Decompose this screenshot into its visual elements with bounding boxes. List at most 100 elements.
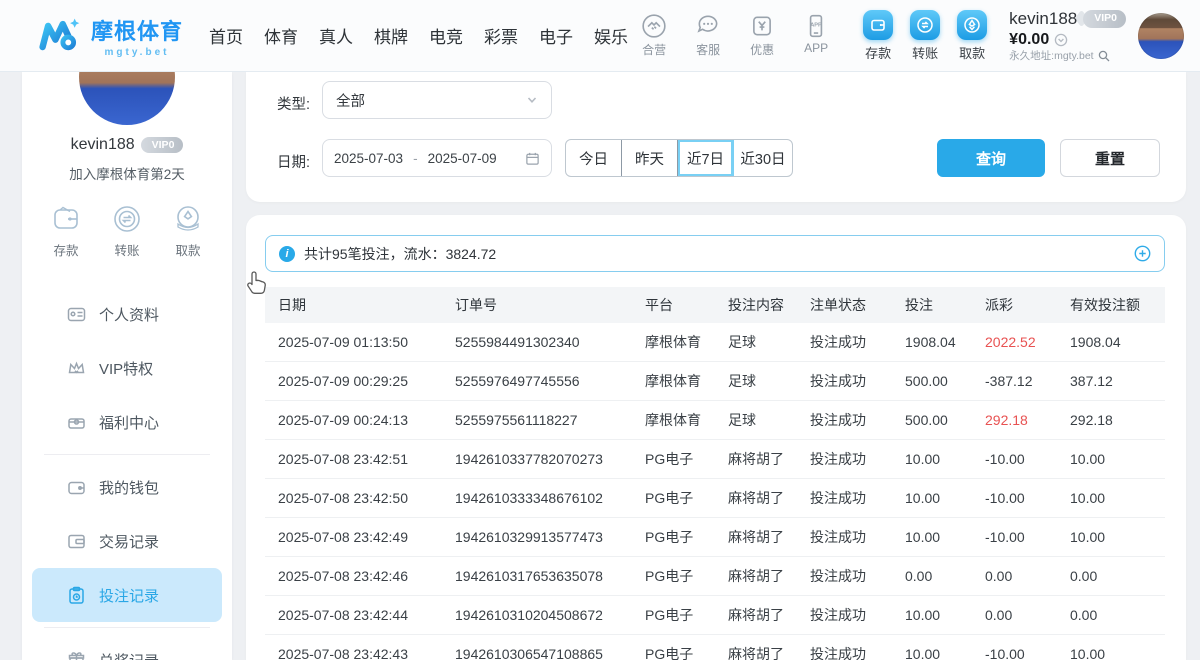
sidebar-item-prize-records[interactable]: 兑奖记录 [32,633,222,660]
cell-bet-amount: 1908.04 [905,334,985,350]
table-row: 2025-07-09 00:29:25 5255976497745556 摩根体… [265,362,1165,401]
sidebar-withdraw-button[interactable]: 取款 [171,202,205,259]
cell-bet-amount: 10.00 [905,607,985,623]
prize-icon [67,651,86,660]
date-end-value: 2025-07-09 [428,151,497,166]
transfer-button[interactable]: 转账 [910,10,940,62]
records-panel: i 共计95笔投注，流水：3824.72 日期 订单号 平台 投注内容 注单状态… [246,215,1186,660]
cell-payout: -10.00 [985,451,1070,467]
cell-order-number: 1942610333348676102 [455,490,645,506]
transactions-icon [67,532,86,551]
cell-bet-amount: 10.00 [905,451,985,467]
info-icon: i [279,246,295,262]
nav-item-esports[interactable]: 电竞 [429,23,463,48]
deposit-button[interactable]: 存款 [863,10,893,62]
nav-item-home[interactable]: 首页 [209,23,243,48]
plus-circle-icon[interactable] [1134,245,1151,262]
sidebar-item-bet-records[interactable]: 投注记录 [32,568,222,622]
header-wallet-actions: 存款 转账 取款 [863,10,987,62]
date-range-input[interactable]: 2025-07-03 - 2025-07-09 [322,139,552,177]
sidebar-transfer-button[interactable]: 转账 [110,202,144,259]
nav-item-entertainment[interactable]: 娱乐 [594,23,628,48]
transfer-icon [910,10,940,40]
cell-bet-amount: 500.00 [905,412,985,428]
cell-order-number: 1942610310204508672 [455,607,645,623]
bet-records-icon [67,586,86,605]
sidebar-item-benefits[interactable]: 福利中心 [32,395,222,449]
cell-date: 2025-07-08 23:42:50 [278,490,455,506]
promotions-link[interactable]: 优惠 [741,13,783,58]
cell-status: 投注成功 [810,371,905,391]
magnifier-icon[interactable] [1098,50,1110,62]
benefits-icon [67,413,86,432]
cell-bet-content: 足球 [728,371,810,391]
cell-payout: 292.18 [985,412,1070,428]
range-30days-button[interactable]: 近30日 [734,140,792,176]
nav-item-slots[interactable]: 电子 [539,23,573,48]
sidebar-item-wallet[interactable]: 我的钱包 [32,460,222,514]
col-valid: 有效投注额 [1070,295,1165,315]
nav-item-sports[interactable]: 体育 [264,23,298,48]
range-7days-button[interactable]: 近7日 [678,140,734,176]
range-today-button[interactable]: 今日 [566,140,622,176]
sidebar-menu: 个人资料 VIP特权 福利中心 [22,287,232,660]
nav-item-boardgames[interactable]: 棋牌 [374,23,408,48]
type-select-value: 全部 [336,90,365,111]
range-yesterday-button[interactable]: 昨天 [622,140,678,176]
type-select[interactable]: 全部 [322,81,552,119]
cell-payout: -10.00 [985,529,1070,545]
table-row: 2025-07-09 00:24:13 5255975561118227 摩根体… [265,401,1165,440]
withdraw-button[interactable]: 取款 [957,10,987,62]
sidebar-avatar[interactable] [79,72,175,125]
cell-platform: PG电子 [645,527,728,547]
customer-service-link[interactable]: 客服 [687,13,729,58]
sidebar-username: kevin188 [71,136,135,154]
cell-order-number: 1942610329913577473 [455,529,645,545]
username[interactable]: kevin188 [1009,8,1077,29]
id-card-icon [67,305,86,324]
sidebar-item-transactions[interactable]: 交易记录 [32,514,222,568]
handshake-icon [641,13,667,39]
query-button[interactable]: 查询 [937,139,1045,177]
reset-button[interactable]: 重置 [1060,139,1160,177]
table-row: 2025-07-08 23:42:51 1942610337782070273 … [265,440,1165,479]
cell-status: 投注成功 [810,527,905,547]
col-status: 注单状态 [810,295,905,315]
logo-title: 摩根体育 [91,14,183,46]
cell-bet-amount: 0.00 [905,568,985,584]
deposit-icon [863,10,893,40]
cell-payout: 2022.52 [985,334,1070,350]
cell-platform: 摩根体育 [645,371,728,391]
cell-status: 投注成功 [810,449,905,469]
balance-amount: ¥0.00 [1009,30,1049,50]
sidebar-vip-badge: VIP0 [141,137,184,153]
cell-status: 投注成功 [810,566,905,586]
crown-icon [67,359,86,378]
promo-icon [749,13,775,39]
partnership-link[interactable]: 合营 [633,13,675,58]
cell-valid-amount: 0.00 [1070,568,1165,584]
nav-item-lottery[interactable]: 彩票 [484,23,518,48]
cell-platform: 摩根体育 [645,410,728,430]
cell-valid-amount: 10.00 [1070,490,1165,506]
cell-status: 投注成功 [810,488,905,508]
support-icon [695,13,721,39]
cell-bet-amount: 10.00 [905,529,985,545]
withdraw-icon [171,202,205,236]
summary-bar: i 共计95笔投注，流水：3824.72 [265,235,1165,272]
sidebar-deposit-button[interactable]: 存款 [49,202,83,259]
cell-date: 2025-07-09 00:24:13 [278,412,455,428]
cell-valid-amount: 10.00 [1070,646,1165,660]
logo-mark-icon [38,14,82,58]
balance-toggle-icon[interactable] [1054,33,1068,47]
site-logo[interactable]: 摩根体育 mgty.bet [38,14,183,58]
sidebar-item-profile[interactable]: 个人资料 [32,287,222,341]
nav-item-live[interactable]: 真人 [319,23,353,48]
user-avatar[interactable] [1138,13,1184,59]
table-row: 2025-07-08 23:42:44 1942610310204508672 … [265,596,1165,635]
app-download-link[interactable]: APP APP [795,13,837,58]
table-row: 2025-07-09 01:13:50 5255984491302340 摩根体… [265,323,1165,362]
table-row: 2025-07-08 23:42:50 1942610333348676102 … [265,479,1165,518]
sidebar-item-vip[interactable]: VIP特权 [32,341,222,395]
sidebar-quick-actions: 存款 转账 取款 [22,202,232,259]
